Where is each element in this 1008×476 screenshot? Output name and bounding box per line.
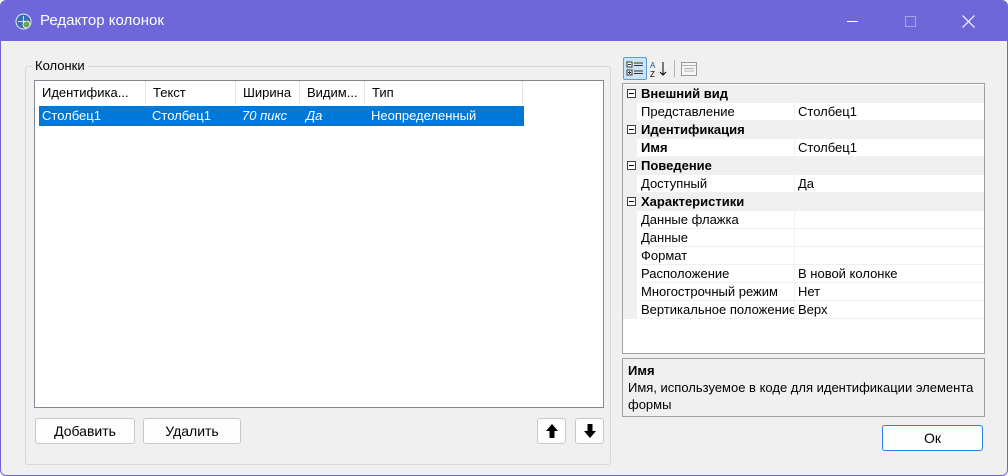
property-pages-icon <box>681 61 697 76</box>
property-grid[interactable]: Внешний вид Представление Столбец1 Идент… <box>622 83 985 354</box>
cell-visible: Да <box>306 108 323 123</box>
category-characteristics[interactable]: Характеристики <box>623 193 984 211</box>
property-value[interactable]: Верх <box>794 301 984 319</box>
property-row-location[interactable]: Расположение В новой колонке <box>623 265 984 283</box>
property-value[interactable] <box>794 211 984 229</box>
row-gutter <box>623 211 637 229</box>
sort-az-icon: A Z <box>650 61 667 78</box>
cell-width: 70 пикс <box>242 108 287 123</box>
property-row-format[interactable]: Формат <box>623 247 984 265</box>
add-button[interactable]: Добавить <box>35 418 135 444</box>
property-name: Формат <box>641 247 794 265</box>
header-text[interactable]: Текст <box>146 81 236 105</box>
property-name: Расположение <box>641 265 794 283</box>
table-row[interactable]: Столбец1 Столбец1 70 пикс Да Неопределен… <box>39 106 524 126</box>
property-row-checkbox-data[interactable]: Данные флажка <box>623 211 984 229</box>
window-title: Редактор колонок <box>40 12 164 29</box>
row-gutter <box>623 247 637 265</box>
maximize-button[interactable] <box>881 1 939 41</box>
property-row-vertical-align[interactable]: Вертикальное положение Верх <box>623 301 984 319</box>
close-button[interactable] <box>939 1 997 41</box>
cell-type: Неопределенный <box>371 108 477 123</box>
minimize-icon <box>846 20 858 22</box>
arrow-up-icon <box>545 424 558 438</box>
property-row-name[interactable]: Имя Столбец1 <box>623 139 984 157</box>
category-identification[interactable]: Идентификация <box>623 121 984 139</box>
row-gutter <box>623 139 637 157</box>
column-editor-dialog: Редактор колонок Колонки Идентифика... Т… <box>0 0 1008 476</box>
header-width[interactable]: Ширина <box>236 81 300 105</box>
property-name: Многострочный режим <box>641 283 794 301</box>
property-help-panel: Имя Имя, используемое в коде для идентиф… <box>622 358 985 417</box>
columns-list[interactable]: Идентифика... Текст Ширина Видим... Тип … <box>34 80 604 408</box>
header-identifier[interactable]: Идентифика... <box>35 81 146 105</box>
property-value[interactable]: Столбец1 <box>794 139 984 157</box>
cell-identifier: Столбец1 <box>42 108 101 123</box>
property-grid-toolbar: A Z <box>622 56 987 80</box>
collapse-icon[interactable] <box>627 197 636 206</box>
property-value[interactable]: Столбец1 <box>794 103 984 121</box>
header-type[interactable]: Тип <box>365 81 523 105</box>
collapse-icon[interactable] <box>627 125 636 134</box>
toolbar-separator <box>674 60 675 77</box>
row-gutter <box>623 265 637 283</box>
property-name: Доступный <box>641 175 794 193</box>
collapse-icon[interactable] <box>627 161 636 170</box>
collapse-icon[interactable] <box>627 89 636 98</box>
category-behavior[interactable]: Поведение <box>623 157 984 175</box>
categorized-icon <box>626 61 643 75</box>
help-title: Имя <box>628 363 655 378</box>
property-value[interactable] <box>794 229 984 247</box>
columns-group-label: Колонки <box>32 58 88 73</box>
property-name: Имя <box>641 139 794 157</box>
ok-button[interactable]: Ок <box>882 425 983 451</box>
categorized-button[interactable] <box>623 57 647 80</box>
property-row-multiline[interactable]: Многострочный режим Нет <box>623 283 984 301</box>
property-row-enabled[interactable]: Доступный Да <box>623 175 984 193</box>
move-down-button[interactable] <box>575 418 604 444</box>
help-description: Имя, используемое в коде для идентификац… <box>628 380 974 412</box>
header-visible[interactable]: Видим... <box>300 81 365 105</box>
row-gutter <box>623 175 637 193</box>
cell-text: Столбец1 <box>152 108 211 123</box>
delete-button[interactable]: Удалить <box>143 418 241 444</box>
app-icon <box>15 13 32 30</box>
minimize-button[interactable] <box>823 1 881 41</box>
property-value[interactable]: Нет <box>794 283 984 301</box>
arrow-down-icon <box>583 424 596 438</box>
category-label: Внешний вид <box>641 86 728 101</box>
category-appearance[interactable]: Внешний вид <box>623 85 984 103</box>
move-up-button[interactable] <box>537 418 566 444</box>
title-bar[interactable]: Редактор колонок <box>1 1 1007 41</box>
svg-text:A: A <box>650 61 656 70</box>
svg-text:Z: Z <box>650 70 655 78</box>
row-gutter <box>623 103 637 121</box>
category-label: Идентификация <box>641 122 745 137</box>
row-gutter <box>623 283 637 301</box>
maximize-icon <box>904 15 916 27</box>
columns-list-header: Идентифика... Текст Ширина Видим... Тип <box>35 81 603 105</box>
property-value[interactable]: В новой колонке <box>794 265 984 283</box>
close-icon <box>961 14 975 28</box>
alphabetical-button[interactable]: A Z <box>647 57 671 80</box>
property-name: Представление <box>641 103 794 121</box>
property-name: Данные флажка <box>641 211 794 229</box>
category-label: Характеристики <box>641 194 745 209</box>
property-name: Вертикальное положение <box>641 302 794 319</box>
property-pages-button[interactable] <box>677 57 701 80</box>
property-value[interactable] <box>794 247 984 265</box>
property-row-data[interactable]: Данные <box>623 229 984 247</box>
property-row-representation[interactable]: Представление Столбец1 <box>623 103 984 121</box>
property-name: Данные <box>641 229 794 247</box>
category-label: Поведение <box>641 158 712 173</box>
row-gutter <box>623 229 637 247</box>
row-gutter <box>623 301 637 319</box>
property-value[interactable]: Да <box>794 175 984 193</box>
